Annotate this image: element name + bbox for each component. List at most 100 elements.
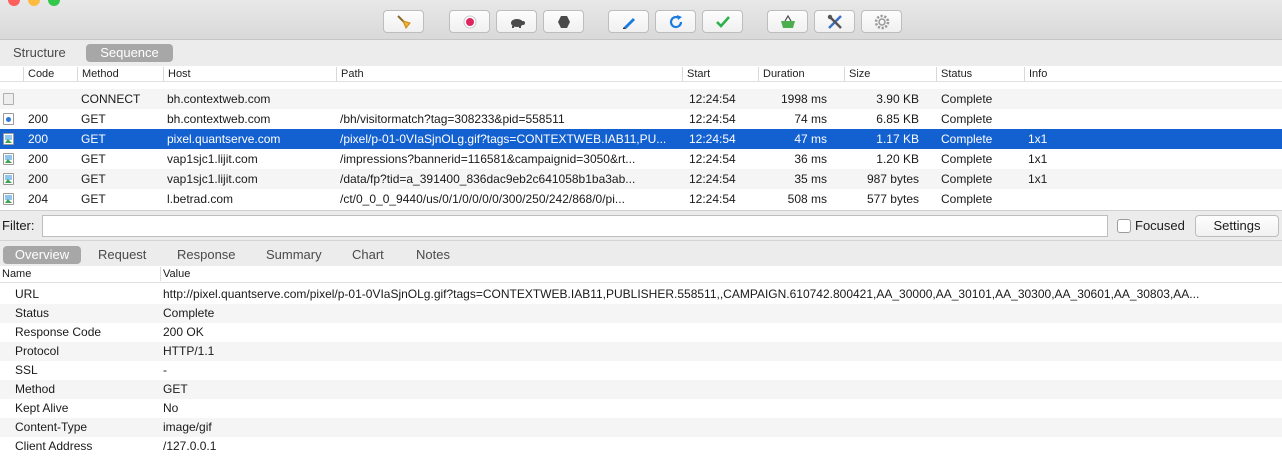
detail-row-status[interactable]: Status Complete [0, 304, 1282, 323]
cell-start: 12:24:54 [689, 132, 736, 146]
tab-notes[interactable]: Notes [407, 246, 459, 264]
column-header-code[interactable]: Code [23, 67, 54, 81]
cell-code: 204 [28, 192, 49, 206]
detail-name: SSL [15, 363, 38, 377]
tab-request[interactable]: Request [89, 246, 155, 264]
close-window-button[interactable] [8, 0, 20, 6]
detail-name: Protocol [15, 344, 60, 358]
cell-size: 6.85 KB [876, 112, 919, 126]
column-header-duration[interactable]: Duration [758, 67, 805, 81]
settings-button[interactable]: Settings [1195, 215, 1279, 237]
detail-value: http://pixel.quantserve.com/pixel/p-01-0… [163, 287, 1200, 301]
cell-info: 1x1 [1028, 132, 1048, 146]
record-button[interactable] [449, 10, 490, 33]
focused-checkbox[interactable] [1117, 219, 1131, 233]
settings-gear-icon [874, 14, 889, 29]
detail-row-response-code[interactable]: Response Code 200 OK [0, 323, 1282, 342]
column-header-status[interactable]: Status [936, 67, 972, 81]
column-header-method[interactable]: Method [77, 67, 119, 81]
focused-label[interactable]: Focused [1135, 218, 1185, 233]
detail-row-method[interactable]: Method GET [0, 380, 1282, 399]
cell-host: pixel.quantserve.com [167, 132, 281, 146]
cell-status: Complete [941, 192, 993, 206]
detail-tabs: Overview Request Response Summary Chart … [0, 240, 1282, 266]
tab-response[interactable]: Response [168, 246, 245, 264]
detail-row-kept-alive[interactable]: Kept Alive No [0, 399, 1282, 418]
tab-structure[interactable]: Structure [5, 44, 74, 62]
detail-row-client-address[interactable]: Client Address /127.0.0.1 [0, 437, 1282, 456]
cell-info: 1x1 [1028, 172, 1048, 186]
column-header-host[interactable]: Host [163, 67, 191, 81]
tab-sequence[interactable]: Sequence [86, 44, 173, 62]
cell-host: bh.contextweb.com [167, 92, 271, 106]
tools-icon [827, 14, 842, 29]
table-row[interactable]: CONNECT bh.contextweb.com 12:24:54 1998 … [0, 89, 1282, 109]
cell-path: /data/fp?tid=a_391400_836dac9eb2c641058b… [340, 172, 636, 186]
repeat-refresh-icon [669, 14, 682, 28]
filter-input[interactable] [42, 215, 1108, 237]
column-header-size[interactable]: Size [844, 67, 870, 81]
cell-duration: 1998 ms [780, 92, 827, 106]
detail-value: HTTP/1.1 [163, 344, 215, 358]
cell-duration: 508 ms [787, 192, 827, 206]
detail-row-url[interactable]: URL http://pixel.quantserve.com/pixel/p-… [0, 285, 1282, 304]
detail-name: Client Address [15, 439, 93, 453]
repeat-button[interactable] [655, 10, 696, 33]
cell-method: GET [81, 132, 106, 146]
image-icon [3, 133, 14, 145]
settings-toolbar-button[interactable] [861, 10, 902, 33]
tab-summary[interactable]: Summary [257, 246, 331, 264]
cell-status: Complete [941, 92, 993, 106]
column-header-name[interactable]: Name [2, 268, 31, 280]
cell-method: GET [81, 152, 106, 166]
tab-overview[interactable]: Overview [3, 246, 81, 264]
cell-start: 12:24:54 [689, 192, 736, 206]
cell-host: l.betrad.com [167, 192, 234, 206]
cell-size: 3.90 KB [876, 92, 919, 106]
column-header-start[interactable]: Start [682, 67, 710, 81]
table-row[interactable]: 200 GET vap1sjc1.lijit.com /impressions?… [0, 149, 1282, 169]
script-icon [3, 113, 14, 125]
cell-path: /pixel/p-01-0VIaSjnOLg.gif?tags=CONTEXTW… [340, 132, 667, 146]
cell-duration: 47 ms [794, 132, 827, 146]
cell-method: CONNECT [81, 92, 141, 106]
tab-chart[interactable]: Chart [343, 246, 393, 264]
compose-button[interactable] [608, 10, 649, 33]
detail-value: - [163, 363, 167, 377]
detail-name: Content-Type [15, 420, 88, 434]
breakpoints-button[interactable] [543, 10, 584, 33]
detail-row-content-type[interactable]: Content-Type image/gif [0, 418, 1282, 437]
column-header-value[interactable]: Value [163, 268, 190, 280]
view-switcher: Structure Sequence [0, 40, 1282, 66]
detail-name: Response Code [15, 325, 102, 339]
column-header-path[interactable]: Path [336, 67, 364, 81]
cell-code: 200 [28, 132, 49, 146]
detail-row-protocol[interactable]: Protocol HTTP/1.1 [0, 342, 1282, 361]
detail-value: /127.0.0.1 [163, 439, 217, 453]
detail-name: Kept Alive [15, 401, 69, 415]
cell-method: GET [81, 192, 106, 206]
table-row-selected[interactable]: 200 GET pixel.quantserve.com /pixel/p-01… [0, 129, 1282, 149]
clear-button[interactable] [383, 10, 424, 33]
minimize-window-button[interactable] [28, 0, 40, 6]
cell-size: 1.17 KB [876, 132, 919, 146]
cell-status: Complete [941, 172, 993, 186]
cell-size: 987 bytes [866, 172, 919, 186]
table-row[interactable]: 200 GET bh.contextweb.com /bh/visitormat… [0, 109, 1282, 129]
detail-row-ssl[interactable]: SSL - [0, 361, 1282, 380]
validate-button[interactable] [702, 10, 743, 33]
cell-size: 1.20 KB [876, 152, 919, 166]
cell-host: vap1sjc1.lijit.com [167, 152, 258, 166]
table-row[interactable]: 204 GET l.betrad.com /ct/0_0_0_9440/us/0… [0, 189, 1282, 209]
basket-button[interactable] [767, 10, 808, 33]
detail-value: GET [163, 382, 188, 396]
clear-broom-icon [396, 14, 411, 29]
table-row[interactable]: 200 GET vap1sjc1.lijit.com /data/fp?tid=… [0, 169, 1282, 189]
cell-start: 12:24:54 [689, 92, 736, 106]
column-header-info[interactable]: Info [1024, 67, 1047, 81]
filter-label: Filter: [2, 218, 35, 233]
tools-button[interactable] [814, 10, 855, 33]
validate-check-icon [715, 15, 730, 28]
zoom-window-button[interactable] [48, 0, 60, 6]
throttle-button[interactable] [496, 10, 537, 33]
